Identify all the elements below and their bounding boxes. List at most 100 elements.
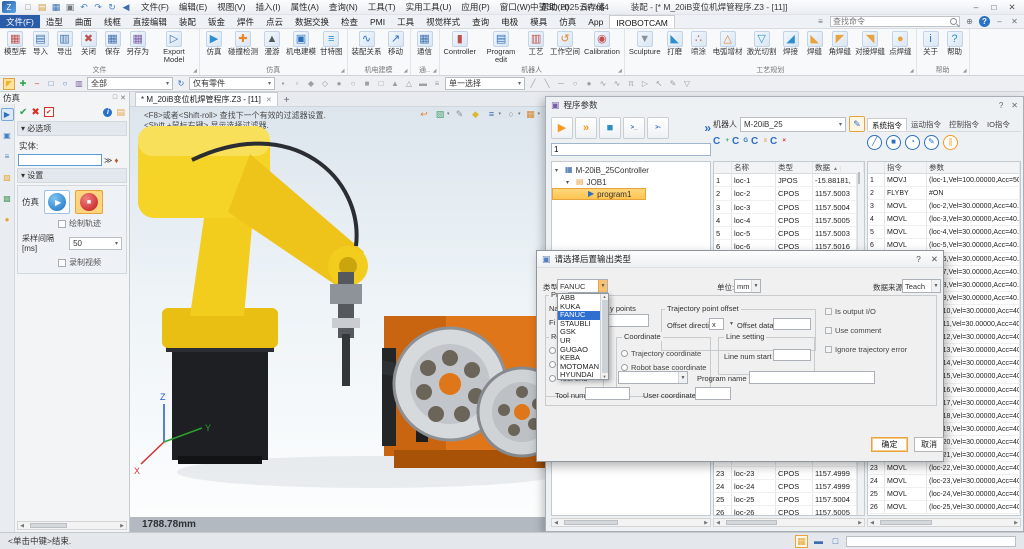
triangle-icon[interactable]: ▷	[639, 78, 651, 90]
remove-filter-icon[interactable]: –	[31, 78, 43, 90]
pencil-icon[interactable]: ✎	[667, 78, 679, 90]
required-section-header[interactable]: ▾ 必选项	[17, 121, 127, 136]
ribbon-button[interactable]: ▮ Controller	[442, 30, 479, 57]
table-row[interactable]: 25 loc-25 CPOS 1157.5004	[714, 493, 857, 507]
note-icon[interactable]: ▤	[116, 107, 125, 118]
refresh-icon[interactable]: ↻	[107, 2, 117, 13]
ribbon-button[interactable]: ▦ 保存	[101, 30, 125, 57]
info-icon[interactable]: i	[103, 107, 113, 117]
ribbon-tab[interactable]: 直接编辑	[127, 15, 173, 28]
menu-item[interactable]: 应用(P)	[456, 0, 494, 14]
ribbon-tab[interactable]: 曲面	[69, 15, 98, 28]
new-doc-icon[interactable]: □	[23, 2, 33, 13]
ribbon-tab[interactable]: 线框	[98, 15, 127, 28]
ribbon-tab[interactable]: 钣金	[202, 15, 231, 28]
undo-icon[interactable]: ↶	[79, 2, 89, 13]
tree-node[interactable]: ▾ ▦ M-20iB_25Controller	[552, 164, 710, 176]
sim-panel-hscrollbar[interactable]: ◀ ▶	[17, 521, 127, 530]
table-row[interactable]: 25 MOVL (loc-24,Vel=30.00000,Acc=40.	[868, 488, 1020, 502]
ribbon-button[interactable]: ▣ 机电建模	[284, 30, 318, 57]
table-row[interactable]: 1 MOVJ (loc-1,Vel=100.00000,Acc=50.	[868, 174, 1020, 188]
table-row[interactable]: 24 loc-24 CPOS 1157.4999	[714, 479, 857, 494]
menu-item[interactable]: 查询(N)	[324, 0, 363, 14]
list-view-icon[interactable]: ≡	[431, 78, 443, 90]
help-icon[interactable]: ?	[979, 16, 990, 27]
ribbon-button[interactable]: ▦ 模型库	[2, 30, 29, 57]
timer-icon[interactable]: ◔	[905, 134, 920, 150]
table-row[interactable]: 23 MOVL (loc-22,Vel=30.00000,Acc=40.	[868, 462, 1020, 476]
tree-hscrollbar[interactable]: ◀ ▶	[551, 518, 711, 527]
column-header[interactable]	[868, 162, 885, 173]
offset-direction-select[interactable]: x	[709, 318, 724, 330]
program-name-input[interactable]	[749, 371, 875, 384]
menu-item[interactable]: 编辑(E)	[174, 0, 212, 14]
teach-point-button[interactable]: ✎	[849, 116, 865, 132]
ok-button[interactable]: 确定	[871, 437, 908, 452]
close-tab-icon[interactable]: ✕	[266, 96, 272, 104]
type-option[interactable]: KEBA	[558, 354, 600, 363]
ribbon-tab[interactable]: 装配	[173, 15, 202, 28]
filter-select[interactable]: 全部 ▾	[87, 77, 173, 90]
ribbon-tab[interactable]: 模具	[524, 15, 553, 28]
restore-icon[interactable]: □	[988, 2, 1000, 13]
ribbon-tab[interactable]: 文件(F)	[0, 15, 40, 28]
table-row[interactable]: 26 loc-26 CPOS 1157.5005	[714, 506, 857, 515]
filter-face-icon[interactable]: ◆	[305, 78, 317, 90]
window-pick-icon[interactable]: □	[45, 78, 57, 90]
table-row[interactable]: 26 MOVL (loc-25,Vel=30.00000,Acc=40.	[868, 501, 1020, 515]
menu-item[interactable]: 插入(I)	[251, 0, 286, 14]
ribbon-button[interactable]: ✖ 关闭	[77, 30, 101, 57]
ribbon-button[interactable]: ? 帮助	[943, 30, 967, 57]
type-option[interactable]: HYUNDAI	[558, 371, 600, 379]
group-launcher-icon[interactable]: ◢	[404, 68, 408, 74]
save-icon[interactable]: ▦	[51, 2, 61, 13]
ribbon-button[interactable]: ▦ 通信	[413, 30, 437, 57]
command-tab[interactable]: IO指令	[983, 118, 1014, 131]
type-option[interactable]: GSK	[558, 328, 600, 337]
stop-run-icon[interactable]: ■	[599, 117, 621, 139]
stop-simulation-button[interactable]: ■	[75, 190, 104, 214]
table-row[interactable]: 3 loc-3 CPOS 1157.5004	[714, 200, 857, 214]
ribbon-button[interactable]: ≡ 甘特图	[318, 30, 345, 57]
simulate-play-icon[interactable]: ▶	[0, 108, 14, 121]
table-row[interactable]: 3 MOVL (loc-2,Vel=30.00000,Acc=40.0	[868, 200, 1020, 214]
ribbon-tab[interactable]: 焊件	[231, 15, 260, 28]
close-icon[interactable]: ✕	[1006, 2, 1018, 13]
command-tab[interactable]: 系统指令	[867, 118, 907, 131]
shade-mode-icon[interactable]: ▧ ▾	[434, 108, 450, 120]
new-tab-button[interactable]: +	[278, 95, 296, 106]
menu-item[interactable]: 视图(V)	[212, 0, 250, 14]
ribbon-button[interactable]: ◢ 焊接	[779, 30, 803, 57]
path-line-icon[interactable]: ╱	[867, 134, 882, 150]
point-table-hscrollbar[interactable]: ◀ ▶	[713, 518, 865, 527]
type-option[interactable]: FANUC	[558, 311, 600, 320]
table-row[interactable]: 5 MOVL (loc-4,Vel=30.00000,Acc=40.0	[868, 226, 1020, 240]
offset-data-input[interactable]	[773, 318, 811, 330]
column-header[interactable]: 数据 ▲	[813, 162, 864, 173]
ribbon-button[interactable]: ◉ Calibration	[582, 30, 622, 57]
mechanism-tree-icon[interactable]: ≡	[1, 150, 14, 163]
filter-axis-icon[interactable]: ○	[347, 78, 359, 90]
part-box-icon[interactable]: ▧	[1, 171, 14, 184]
column-header[interactable]: 参数	[927, 162, 1020, 173]
document-tab[interactable]: * M_20iB变位机焊管程序.Z3 - [11] ✕	[135, 92, 278, 106]
ribbon-button[interactable]: ▤ 导入	[29, 30, 53, 57]
insert-group-icon[interactable]: C ≡	[751, 135, 767, 148]
ribbon-tab[interactable]: 工具	[391, 15, 420, 28]
robot-links-icon[interactable]: ▣	[1, 129, 14, 142]
menu-item[interactable]: 文件(F)	[136, 0, 174, 14]
doc-close-icon[interactable]: ✕	[1009, 16, 1020, 27]
ribbon-tab[interactable]: App	[582, 15, 609, 28]
group-launcher-icon[interactable]: ◢	[618, 68, 622, 74]
column-header[interactable]: 指令	[885, 162, 927, 173]
record-video-checkbox[interactable]	[58, 258, 66, 267]
table-row[interactable]: 5 loc-5 CPOS 1157.5003	[714, 227, 857, 241]
print-icon[interactable]: ▣	[65, 2, 75, 13]
display-icon[interactable]: ▬	[812, 535, 825, 548]
column-header[interactable]: 名称	[732, 162, 776, 173]
ribbon-tab[interactable]: 检查	[335, 15, 364, 28]
chart-pick-icon[interactable]: ▥	[73, 78, 85, 90]
table-row[interactable]: 1 loc-1 JPOS -15.88181,	[714, 174, 857, 188]
group-launcher-icon[interactable]: ◢	[341, 68, 345, 74]
draw-track-checkbox[interactable]	[58, 219, 66, 228]
